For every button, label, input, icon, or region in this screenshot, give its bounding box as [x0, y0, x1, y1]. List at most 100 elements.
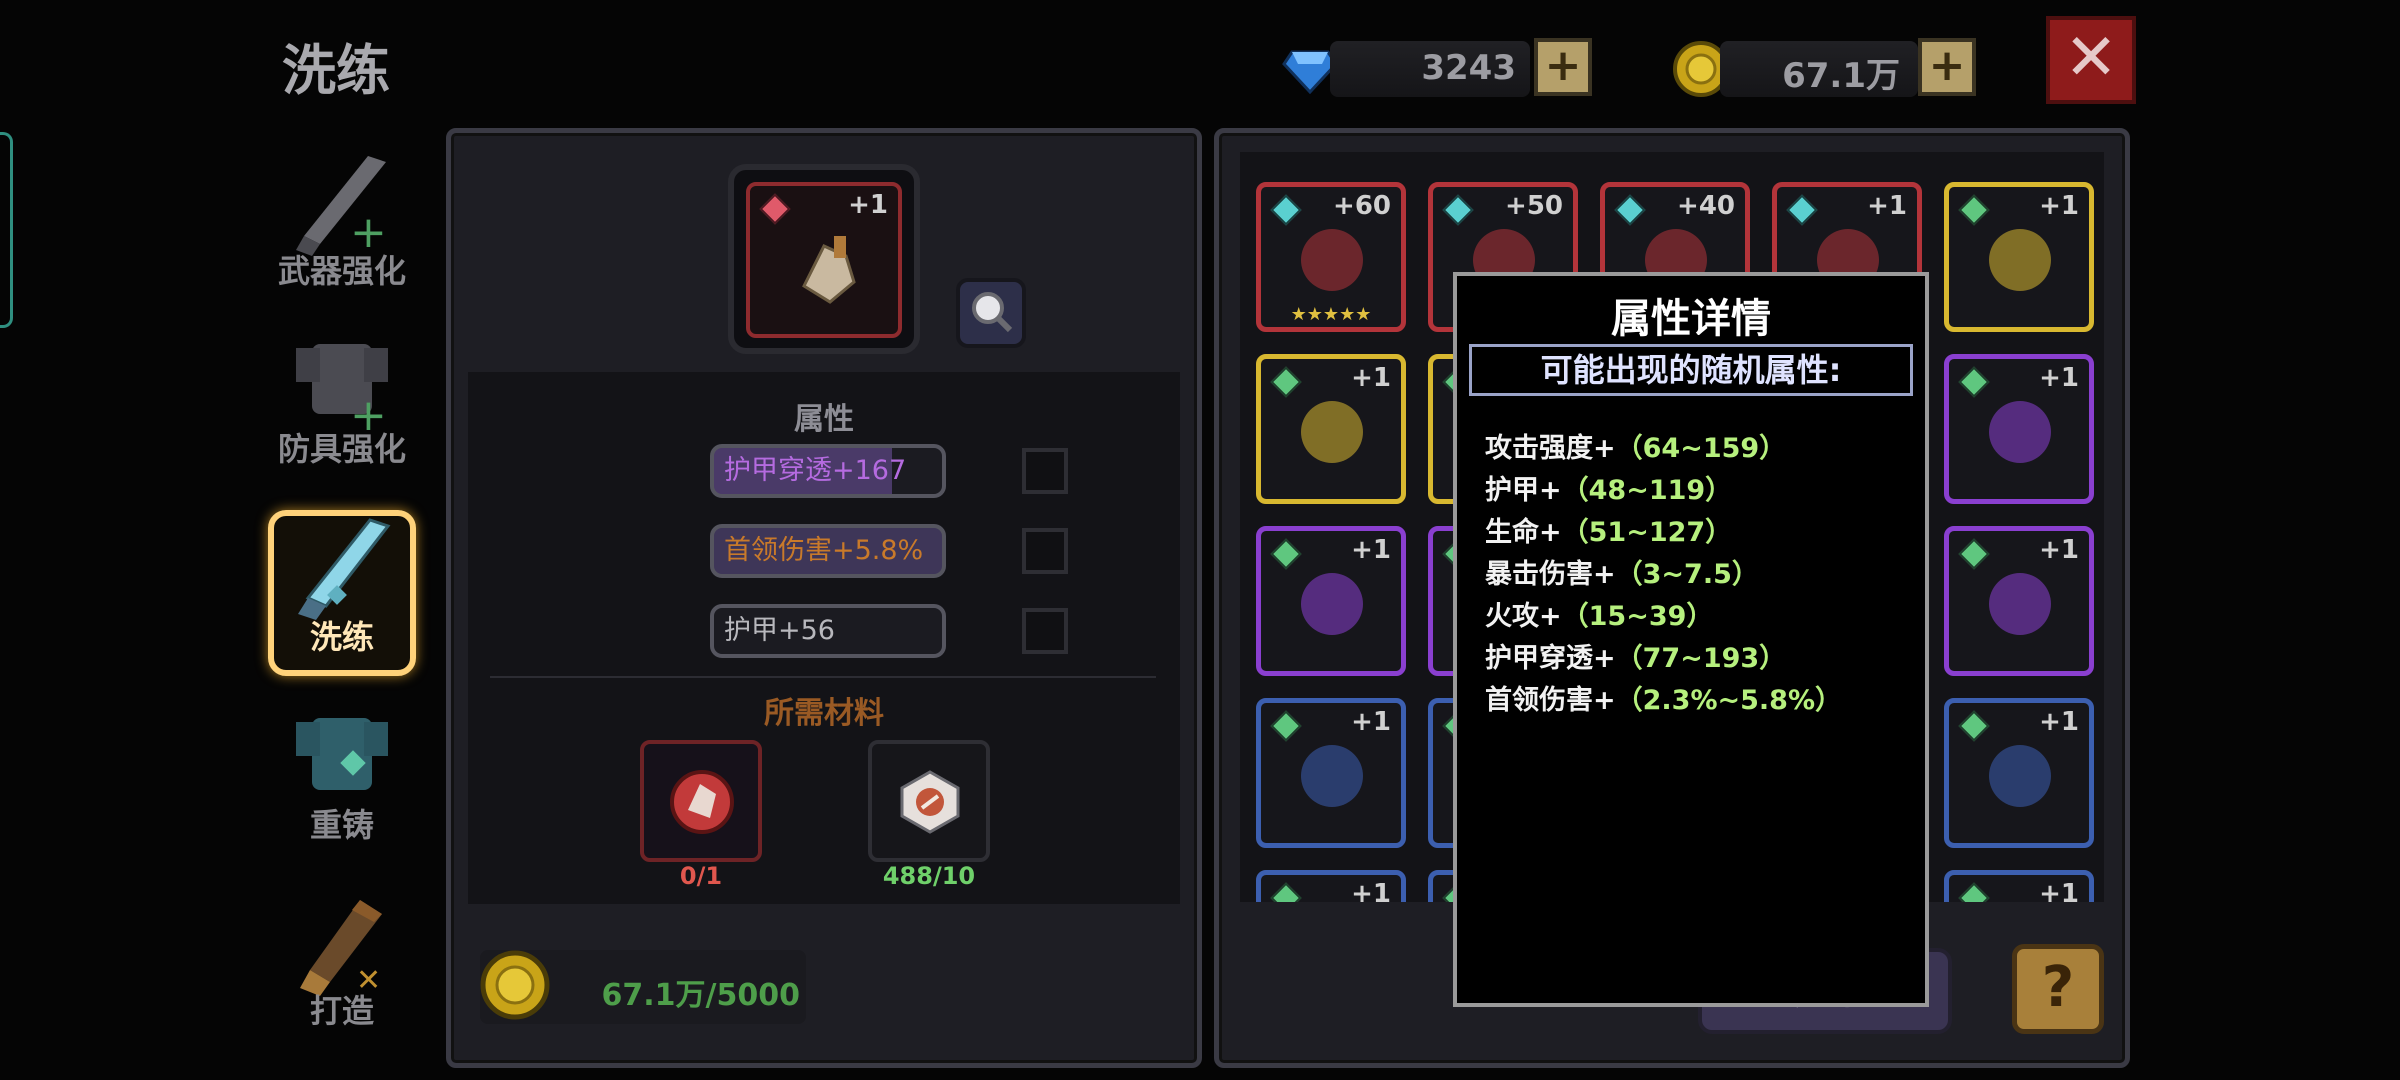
attribute-1: 护甲穿透+167 — [710, 444, 946, 498]
item-icon — [1989, 229, 2051, 291]
attribute-details-popup: 属性详情 可能出现的随机属性: 攻击强度+（64~159） 护甲+（48~119）… — [1453, 272, 1929, 1007]
nav-weapon-upgrade[interactable]: + 武器强化 — [262, 152, 422, 302]
material-count-2: 488/10 — [882, 862, 976, 890]
gold-count: 67.1万 — [1782, 56, 1900, 96]
nav-armor-upgrade[interactable]: + 防具强化 — [262, 330, 422, 480]
gem-icon — [759, 193, 791, 225]
stat-name: 火攻+ — [1485, 601, 1562, 632]
popup-title: 属性详情 — [1611, 296, 1771, 342]
magnifier-icon — [972, 292, 1013, 333]
gem-icon — [1786, 194, 1818, 226]
stat-range: （77~193） — [1615, 643, 1787, 674]
lock-checkbox-1[interactable] — [1022, 448, 1068, 494]
stat-range: （48~119） — [1561, 475, 1733, 506]
nav-refine[interactable]: 洗练 — [262, 510, 422, 676]
gem-icon — [1958, 538, 1990, 570]
fist-weapon-icon — [802, 236, 856, 304]
attribute-3: 护甲+56 — [710, 604, 946, 658]
stat-line: 火攻+（15~39） — [1485, 594, 1713, 633]
inventory-slot[interactable]: +1 — [1256, 870, 1406, 902]
stat-range: （2.3%~5.8%） — [1615, 685, 1843, 716]
stat-range: （64~159） — [1615, 433, 1787, 464]
item-plus-level: +1 — [1351, 879, 1391, 902]
item-plus-level: +50 — [1505, 191, 1563, 221]
gold-coin-icon — [478, 948, 552, 1022]
item-plus-level: +1 — [2039, 191, 2079, 221]
inventory-slot[interactable]: +1 — [1256, 698, 1406, 848]
item-plus-level: +1 — [2039, 363, 2079, 393]
stat-line: 暴击伤害+（3~7.5） — [1485, 552, 1759, 591]
stat-name: 暴击伤害+ — [1485, 559, 1616, 590]
nav-label: 打造 — [309, 992, 374, 1030]
materials-heading: 所需材料 — [764, 696, 884, 731]
item-icon — [1989, 401, 2051, 463]
diamond-count: 3243 — [1421, 48, 1516, 88]
item-plus-level: +40 — [1677, 191, 1735, 221]
help-button[interactable]: ? — [2012, 944, 2104, 1034]
inventory-slot[interactable]: +1 — [1944, 698, 2094, 848]
item-plus-level: +1 — [1867, 191, 1907, 221]
inventory-slot[interactable]: +1 — [1256, 526, 1406, 676]
item-plus-level: +1 — [2039, 535, 2079, 565]
item-plus-level: +1 — [2039, 879, 2079, 902]
popup-subtitle: 可能出现的随机属性: — [1469, 344, 1913, 396]
gem-icon — [1270, 366, 1302, 398]
inventory-slot[interactable]: +1 — [1944, 182, 2094, 332]
nav-label: 重铸 — [309, 806, 374, 844]
nav-label: 洗练 — [309, 618, 374, 656]
nav-label: 武器强化 — [277, 252, 406, 290]
gem-icon — [1442, 194, 1474, 226]
inspect-button[interactable] — [956, 278, 1026, 348]
item-plus-level: +1 — [1351, 535, 1391, 565]
stat-line: 护甲穿透+（77~193） — [1485, 636, 1786, 675]
item-plus-level: +1 — [1351, 363, 1391, 393]
item-icon — [1301, 229, 1363, 291]
stat-name: 护甲+ — [1485, 475, 1562, 506]
inventory-slot[interactable]: +1 — [1944, 354, 2094, 504]
material-scroll-icon — [670, 770, 734, 834]
item-icon — [1301, 401, 1363, 463]
inventory-slot[interactable]: +60 ★★★★★ — [1256, 182, 1406, 332]
material-slot-1[interactable] — [640, 740, 762, 862]
inventory-slot[interactable]: +1 — [1256, 354, 1406, 504]
item-stars: ★★★★★ — [1290, 304, 1372, 325]
gem-icon — [1614, 194, 1646, 226]
side-drawer-handle[interactable] — [0, 132, 13, 328]
nav-reforge[interactable]: 重铸 — [262, 706, 422, 856]
inventory-slot[interactable]: +1 — [1944, 526, 2094, 676]
gem-icon — [1958, 710, 1990, 742]
attributes-heading: 属性 — [794, 402, 854, 437]
stat-range: （3~7.5） — [1615, 559, 1759, 590]
divider — [490, 676, 1156, 678]
equipment-plus-level: +1 — [848, 190, 888, 220]
lock-checkbox-3[interactable] — [1022, 608, 1068, 654]
gem-icon — [1958, 366, 1990, 398]
stat-line: 首领伤害+（2.3%~5.8%） — [1485, 678, 1842, 717]
item-icon — [1301, 745, 1363, 807]
inventory-slot[interactable]: +1 — [1944, 870, 2094, 902]
item-icon — [1989, 573, 2051, 635]
add-diamonds-button[interactable]: + — [1534, 38, 1592, 96]
stat-name: 攻击强度+ — [1485, 433, 1616, 464]
material-count-1: 0/1 — [679, 862, 723, 890]
nav-label: 防具强化 — [277, 430, 406, 468]
gem-icon — [1270, 194, 1302, 226]
stat-name: 首领伤害+ — [1485, 685, 1616, 716]
item-icon — [1301, 573, 1363, 635]
nav-craft[interactable]: ✕ 打造 — [262, 892, 422, 1042]
lock-checkbox-2[interactable] — [1022, 528, 1068, 574]
gem-icon — [1270, 538, 1302, 570]
material-slot-2[interactable] — [868, 740, 990, 862]
stat-line: 攻击强度+（64~159） — [1485, 426, 1786, 465]
stat-name: 护甲穿透+ — [1485, 643, 1616, 674]
stat-line: 护甲+（48~119） — [1485, 468, 1732, 507]
attribute-2: 首领伤害+5.8% — [710, 524, 946, 578]
page-title: 洗练 — [282, 39, 390, 102]
close-button[interactable]: ✕ — [2046, 16, 2136, 104]
item-plus-level: +60 — [1333, 191, 1391, 221]
add-gold-button[interactable]: + — [1918, 38, 1976, 96]
refine-stone-icon — [900, 770, 960, 834]
gem-icon — [1270, 882, 1302, 902]
selected-equipment-slot[interactable]: +1 — [746, 182, 902, 338]
item-icon — [1989, 745, 2051, 807]
